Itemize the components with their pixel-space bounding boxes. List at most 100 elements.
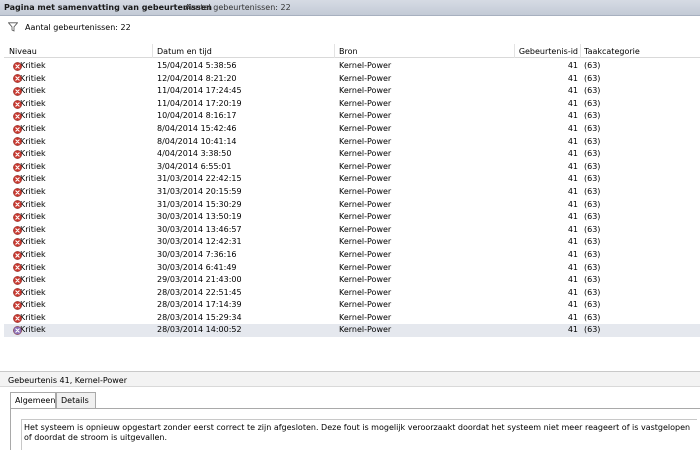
detail-pane: Het systeem is opnieuw opgestart zonder … [10, 408, 700, 450]
column-header-level[interactable]: Niveau [9, 47, 149, 60]
cell-event-id: 41 [567, 161, 578, 171]
level-text: Kritiek [20, 262, 46, 272]
filter-icon[interactable] [8, 22, 18, 32]
error-icon [13, 276, 22, 285]
error-icon [13, 150, 22, 159]
error-icon [13, 162, 22, 172]
column-header-datetime[interactable]: Datum en tijd [157, 47, 332, 60]
level-text: Kritiek [20, 61, 46, 70]
cell-category: (63) [584, 136, 601, 146]
level-text: Kritiek [20, 237, 46, 247]
cell-datetime: 28/03/2014 14:00:52 [157, 325, 242, 335]
error-icon [13, 200, 22, 210]
level-text: Kritiek [20, 275, 46, 285]
cell-level: Kritiek [9, 274, 149, 287]
level-text: Kritiek [20, 86, 46, 96]
table-row[interactable]: Kritiek 28/03/2014 22:51:45 Kernel-Power 41… [4, 287, 700, 300]
cell-event-id: 41 [567, 300, 578, 310]
level-text: Kritiek [20, 174, 46, 184]
table-row[interactable]: Kritiek 11/04/2014 17:20:19 Kernel-Power 41… [4, 98, 700, 111]
table-row[interactable]: Kritiek 8/04/2014 15:42:46 Kernel-Power 41 (… [4, 123, 700, 136]
level-text: Kritiek [20, 300, 46, 310]
cell-level: Kritiek [9, 73, 149, 86]
cell-level: Kritiek [9, 211, 149, 224]
cell-source: Kernel-Power [339, 73, 392, 83]
cell-event-id: 41 [567, 325, 578, 335]
cell-category: (63) [584, 174, 601, 184]
title-bar: Pagina met samenvatting van gebeurteniss… [0, 0, 700, 16]
cell-category: (63) [584, 98, 601, 108]
level-text: Kritiek [20, 186, 46, 196]
cell-datetime: 3/04/2014 6:55:01 [157, 161, 232, 171]
cell-category: (63) [584, 86, 601, 96]
error-icon [13, 225, 22, 235]
cell-source: Kernel-Power [339, 136, 392, 146]
table-row[interactable]: Kritiek 30/03/2014 6:41:49 Kernel-Power 41 (… [4, 262, 700, 275]
tab-details[interactable]: Details [56, 392, 96, 408]
table-row[interactable]: Kritiek 31/03/2014 20:15:59 Kernel-Power 41… [4, 186, 700, 199]
table-row[interactable]: Kritiek 30/03/2014 12:42:31 Kernel-Power 41… [4, 236, 700, 249]
cell-source: Kernel-Power [339, 149, 392, 159]
cell-level: Kritiek [9, 161, 149, 174]
cell-source: Kernel-Power [339, 61, 392, 70]
level-text: Kritiek [20, 98, 46, 108]
level-text: Kritiek [20, 73, 46, 83]
table-row[interactable]: Kritiek 4/04/2014 3:38:50 Kernel-Power 41 (6… [4, 148, 700, 161]
table-row[interactable]: Kritiek 3/04/2014 6:55:01 Kernel-Power 41 (6… [4, 161, 700, 174]
cell-datetime: 30/03/2014 13:50:19 [157, 212, 242, 222]
error-icon [13, 61, 22, 71]
cell-datetime: 31/03/2014 15:30:29 [157, 199, 242, 209]
table-row[interactable]: Kritiek 8/04/2014 10:41:14 Kernel-Power 41 (… [4, 136, 700, 149]
cell-event-id: 41 [567, 174, 578, 184]
cell-datetime: 28/03/2014 22:51:45 [157, 287, 242, 297]
error-icon [13, 250, 22, 260]
table-row[interactable]: Kritiek 31/03/2014 15:30:29 Kernel-Power 41… [4, 199, 700, 212]
table-row[interactable]: Kritiek 30/03/2014 7:36:16 Kernel-Power 41 (… [4, 249, 700, 262]
page-title: Pagina met samenvatting van gebeurteniss… [4, 3, 212, 12]
column-header-event-id[interactable]: Gebeurtenis-id [504, 47, 578, 60]
cell-level: Kritiek [9, 249, 149, 262]
cell-datetime: 8/04/2014 10:41:14 [157, 136, 237, 146]
error-icon [13, 326, 22, 336]
table-row[interactable]: Kritiek 11/04/2014 17:24:45 Kernel-Power 41… [4, 85, 700, 98]
level-text: Kritiek [20, 212, 46, 222]
error-icon [13, 187, 22, 197]
grid-header: Niveau Datum en tijd Bron Gebeurtenis-id… [4, 44, 700, 58]
cell-category: (63) [584, 237, 601, 247]
cell-level: Kritiek [9, 110, 149, 123]
level-text: Kritiek [20, 161, 46, 171]
table-row[interactable]: Kritiek 28/03/2014 17:14:39 Kernel-Power 41… [4, 299, 700, 312]
cell-datetime: 28/03/2014 15:29:34 [157, 312, 242, 322]
level-text: Kritiek [20, 224, 46, 234]
table-row[interactable]: Kritiek 30/03/2014 13:46:57 Kernel-Power 41… [4, 224, 700, 237]
table-row[interactable]: Kritiek 29/03/2014 21:43:00 Kernel-Power 41… [4, 274, 700, 287]
event-message[interactable]: Het systeem is opnieuw opgestart zonder … [21, 419, 697, 450]
table-row[interactable]: Kritiek 28/03/2014 14:00:52 Kernel-Power 41… [4, 324, 700, 338]
cell-level: Kritiek [9, 287, 149, 300]
tab-general[interactable]: Algemeen [10, 392, 56, 409]
cell-source: Kernel-Power [339, 224, 392, 234]
error-icon [13, 74, 22, 84]
cell-event-id: 41 [567, 262, 578, 272]
column-header-source[interactable]: Bron [339, 47, 514, 60]
cell-event-id: 41 [567, 86, 578, 96]
cell-datetime: 10/04/2014 8:16:17 [157, 111, 237, 121]
cell-source: Kernel-Power [339, 86, 392, 96]
column-header-category[interactable]: Taakcategorie [584, 47, 694, 60]
table-row[interactable]: Kritiek 30/03/2014 13:50:19 Kernel-Power 41… [4, 211, 700, 224]
title-event-count: Aantal gebeurtenissen: 22 [185, 3, 291, 12]
table-row[interactable]: Kritiek 12/04/2014 8:21:20 Kernel-Power 41 (… [4, 73, 700, 86]
level-text: Kritiek [20, 287, 46, 297]
table-row[interactable]: Kritiek 31/03/2014 22:42:15 Kernel-Power 41… [4, 173, 700, 186]
cell-level: Kritiek [9, 173, 149, 186]
table-row[interactable]: Kritiek 10/04/2014 8:16:17 Kernel-Power 41 (… [4, 110, 700, 123]
event-count-label: Aantal gebeurtenissen: 22 [25, 23, 131, 32]
cell-event-id: 41 [567, 249, 578, 259]
cell-source: Kernel-Power [339, 275, 392, 285]
cell-source: Kernel-Power [339, 237, 392, 247]
table-row[interactable]: Kritiek 15/04/2014 5:38:56 Kernel-Power 41 (… [4, 60, 700, 73]
cell-category: (63) [584, 111, 601, 121]
cell-source: Kernel-Power [339, 325, 392, 335]
table-row[interactable]: Kritiek 28/03/2014 15:29:34 Kernel-Power 41… [4, 312, 700, 325]
cell-source: Kernel-Power [339, 287, 392, 297]
